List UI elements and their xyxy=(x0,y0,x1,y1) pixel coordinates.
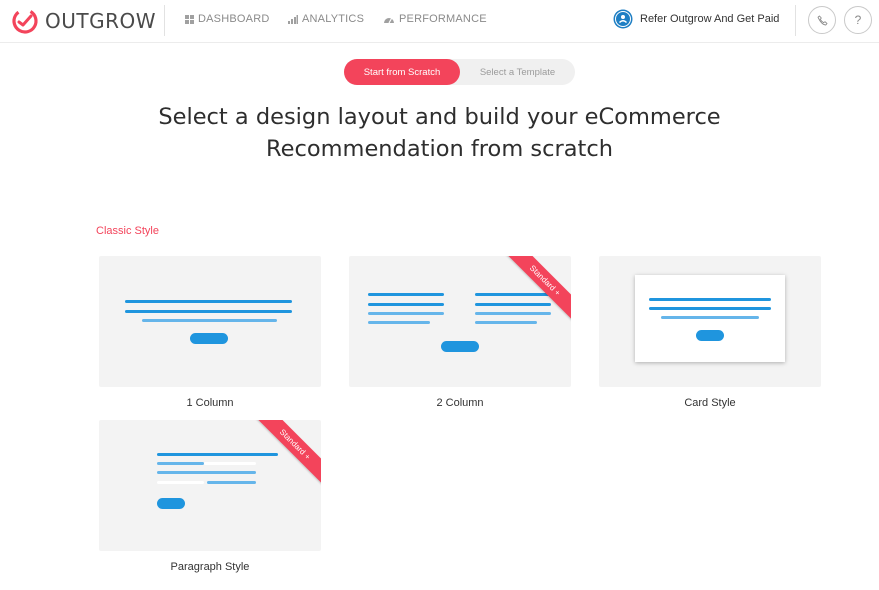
layout-card-2-column[interactable]: Standard + xyxy=(349,256,571,387)
outgrow-logo[interactable]: OUTGROW xyxy=(11,7,156,35)
preview-button xyxy=(441,341,479,352)
page-title: Select a design layout and build your eC… xyxy=(158,104,721,162)
nav-performance[interactable]: PERFORMANCE xyxy=(383,13,487,25)
nav-dashboard[interactable]: DASHBOARD xyxy=(185,13,269,25)
nav-analytics[interactable]: ANALYTICS xyxy=(288,13,364,25)
layout-label-2-column: 2 Column xyxy=(436,397,484,409)
preview-line xyxy=(368,312,444,315)
gauge-icon xyxy=(384,18,394,24)
brand-name: OUTGROW xyxy=(45,9,157,33)
preview-line xyxy=(125,310,292,313)
phone-icon xyxy=(817,15,827,25)
nav-dashboard-label: DASHBOARD xyxy=(198,13,270,25)
select-template-tab[interactable]: Select a Template xyxy=(460,59,575,85)
preview-line xyxy=(157,462,204,465)
section-label-classic: Classic Style xyxy=(96,225,159,237)
start-from-scratch-tab[interactable]: Start from Scratch xyxy=(344,59,460,85)
layout-label-1-column: 1 Column xyxy=(186,397,234,409)
layout-card-1-column[interactable] xyxy=(99,256,321,387)
refer-link[interactable]: Refer Outgrow And Get Paid xyxy=(613,9,779,29)
nav-analytics-label: ANALYTICS xyxy=(302,13,365,25)
preview-line xyxy=(368,293,444,296)
refer-label: Refer Outgrow And Get Paid xyxy=(640,13,780,25)
premium-ribbon: Standard + xyxy=(499,256,571,328)
bar-chart-icon xyxy=(288,14,298,24)
layout-label-card-style: Card Style xyxy=(684,397,736,409)
preview-line xyxy=(368,321,430,324)
nav-performance-label: PERFORMANCE xyxy=(399,13,487,25)
layout-card-card-style[interactable] xyxy=(599,256,821,387)
preview-line xyxy=(661,316,759,319)
preview-line xyxy=(142,319,277,322)
preview-line xyxy=(157,481,204,484)
top-header: OUTGROW DASHBOARD ANALYTICS PERFORMANCE … xyxy=(0,0,879,43)
header-divider xyxy=(795,5,796,36)
standard-plus-badge: Standard + xyxy=(252,420,321,488)
header-divider xyxy=(164,5,165,36)
people-icon xyxy=(613,9,633,29)
preview-button xyxy=(696,330,724,341)
preview-line xyxy=(368,303,444,306)
preview-inner-card xyxy=(635,275,785,362)
preview-button xyxy=(190,333,228,344)
outgrow-logo-icon xyxy=(12,8,38,34)
preview-line xyxy=(649,307,771,310)
layout-label-paragraph-style: Paragraph Style xyxy=(170,561,250,573)
premium-ribbon: Standard + xyxy=(249,420,321,492)
preview-line xyxy=(157,471,256,474)
help-button[interactable]: ? xyxy=(844,6,872,34)
phone-button[interactable] xyxy=(808,6,836,34)
grid-icon xyxy=(185,14,194,24)
standard-plus-badge: Standard + xyxy=(502,256,571,324)
creation-mode-toggle: Start from Scratch Select a Template xyxy=(344,59,575,85)
preview-line xyxy=(125,300,292,303)
layout-card-paragraph-style[interactable]: Standard + xyxy=(99,420,321,551)
help-icon: ? xyxy=(854,13,862,27)
preview-line xyxy=(649,298,771,301)
preview-button xyxy=(157,498,185,509)
